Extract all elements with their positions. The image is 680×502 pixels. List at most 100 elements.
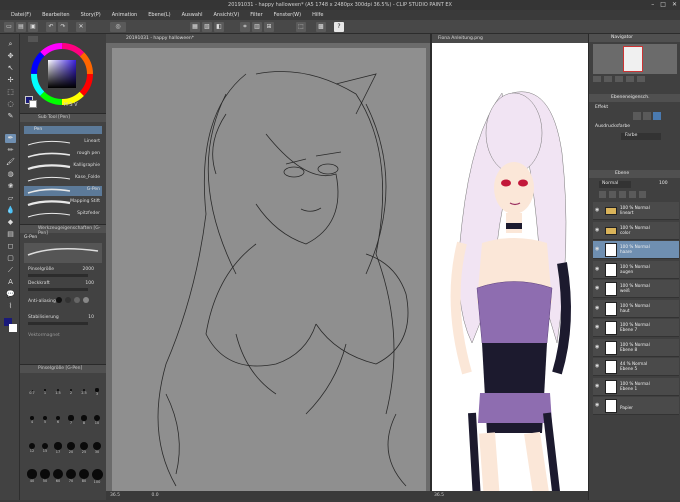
opacity-value[interactable]: 100	[85, 281, 94, 286]
eye-icon[interactable]: ◉	[595, 344, 599, 350]
text-tool-icon[interactable]: A	[5, 278, 16, 287]
effect-buttons[interactable]	[633, 112, 663, 120]
menu-ansicht[interactable]: Ansicht(V)	[208, 10, 245, 20]
eye-icon[interactable]: ◉	[595, 402, 599, 408]
deselect-icon[interactable]: ▧	[202, 22, 212, 32]
navigator-preview[interactable]	[593, 44, 677, 74]
crop-icon[interactable]: ⌗	[240, 22, 250, 32]
eraser-tool-icon[interactable]: ▱	[5, 194, 16, 203]
pencil-tool-icon[interactable]: ✏	[5, 146, 16, 155]
brush-tool-icon[interactable]: 🖌	[5, 158, 16, 167]
zoom-value-right[interactable]: 36.5	[434, 493, 444, 498]
menu-ebene[interactable]: Ebene(L)	[143, 10, 176, 20]
brush-size-preset[interactable]: 8	[78, 407, 90, 433]
select-all-icon[interactable]: ▦	[190, 22, 200, 32]
color-wheel[interactable]	[30, 42, 94, 106]
layer-row[interactable]: ◉ 100 % Normal weiß	[593, 280, 679, 298]
subtool-brush-item[interactable]: Mapping Stift	[24, 198, 102, 208]
color-swatch-sub[interactable]	[29, 100, 37, 108]
brush-size-preset[interactable]: 3	[91, 379, 103, 405]
antialiasing-options[interactable]	[56, 297, 89, 303]
pen-tool-icon[interactable]: ✒	[5, 134, 16, 143]
lineart-canvas[interactable]	[106, 34, 430, 500]
help-icon[interactable]: ?	[334, 22, 344, 32]
maximize-button[interactable]: □	[660, 1, 666, 8]
eyedropper-tool-icon[interactable]: ✎	[5, 112, 16, 121]
brush-size-preset[interactable]: 30	[91, 435, 103, 461]
open-folder-icon[interactable]: ▤	[16, 22, 26, 32]
brush-size-slider[interactable]	[28, 274, 88, 277]
brush-size-value[interactable]: 2000	[83, 267, 94, 272]
eye-icon[interactable]: ◉	[595, 324, 599, 330]
fill-icon[interactable]: ▥	[252, 22, 262, 32]
brush-size-preset[interactable]: 15	[39, 435, 51, 461]
brush-size-preset[interactable]: 1	[39, 379, 51, 405]
gradient-tool-icon[interactable]: ▤	[5, 230, 16, 239]
airbrush-tool-icon[interactable]: ◍	[5, 170, 16, 179]
layer-row[interactable]: ◉ Papier	[593, 397, 679, 415]
brush-size-preset[interactable]: 6	[52, 407, 64, 433]
layer-row[interactable]: ◉ 100 % Normal haare	[593, 241, 679, 259]
opacity-slider[interactable]	[28, 288, 88, 291]
menu-bearbeiten[interactable]: Bearbeiten	[37, 10, 75, 20]
selection-tool-icon[interactable]: ⬚	[5, 88, 16, 97]
eye-icon[interactable]: ◉	[595, 266, 599, 272]
brush-size-preset[interactable]: 20	[65, 435, 77, 461]
invert-selection-icon[interactable]: ◧	[214, 22, 224, 32]
figure-tool-icon[interactable]: ◻	[5, 242, 16, 251]
eye-icon[interactable]: ◉	[595, 363, 599, 369]
balloon-tool-icon[interactable]: 💬	[5, 290, 16, 299]
layer-opacity-value[interactable]: 100	[659, 181, 668, 186]
new-file-icon[interactable]: ▭	[4, 22, 14, 32]
subtool-group-pen[interactable]: Pen	[24, 126, 102, 134]
frame-tool-icon[interactable]: ▢	[5, 254, 16, 263]
brush-size-preset[interactable]: 5	[39, 407, 51, 433]
save-icon[interactable]: ▣	[28, 22, 38, 32]
lasso-tool-icon[interactable]: ◌	[5, 100, 16, 109]
close-button[interactable]: ✕	[672, 1, 677, 8]
subtool-brush-item[interactable]: rough pen	[24, 150, 102, 160]
subtool-brush-item[interactable]: Kase_Folde	[24, 174, 102, 184]
eye-icon[interactable]: ◉	[595, 383, 599, 389]
eye-icon[interactable]: ◉	[595, 305, 599, 311]
brush-size-preset[interactable]: 12	[26, 435, 38, 461]
brush-size-preset[interactable]: 2.5	[78, 379, 90, 405]
subtool-brush-item[interactable]: Lineart	[24, 138, 102, 148]
canvas-area[interactable]	[106, 34, 430, 500]
stabilization-value[interactable]: 10	[88, 315, 94, 320]
brush-size-preset[interactable]: 1.5	[52, 379, 64, 405]
undo-icon[interactable]: ↶	[46, 22, 56, 32]
layer-row[interactable]: ◉ 100 % Normal haut	[593, 299, 679, 318]
menu-story[interactable]: Story(P)	[76, 10, 107, 20]
sub-color-swatch[interactable]	[9, 324, 17, 332]
layer-row[interactable]: ◉ 100 % Normal Ebene 7	[593, 319, 679, 337]
menu-datei[interactable]: Datei(F)	[6, 10, 37, 20]
menu-filter[interactable]: Filter	[245, 10, 268, 20]
subtool-brush-item[interactable]: Spitzfeder	[24, 210, 102, 220]
eye-icon[interactable]: ◉	[595, 207, 599, 213]
layer-row[interactable]: ◉ 100 % Normal augen	[593, 260, 679, 279]
move-layer-tool-icon[interactable]: ✢	[5, 76, 16, 85]
brush-size-preset[interactable]: 70	[65, 463, 77, 489]
subview-tab[interactable]: Fiona Anleitung.png	[432, 34, 590, 43]
expression-color-select[interactable]: Farbe	[621, 133, 661, 140]
grid-icon[interactable]: ▩	[316, 22, 326, 32]
brush-size-preset[interactable]: 0.7	[26, 379, 38, 405]
hand-tool-icon[interactable]: ✥	[5, 52, 16, 61]
zoom-tool-icon[interactable]: ⌕	[5, 40, 16, 49]
blend-mode-select[interactable]: Normal	[599, 181, 631, 188]
menu-auswahl[interactable]: Auswahl	[177, 10, 209, 20]
brush-size-preset[interactable]: 4	[26, 407, 38, 433]
vector-magnet-label[interactable]: Vektormagnet	[28, 333, 60, 338]
operation-tool-icon[interactable]: ↖	[5, 64, 16, 73]
subtool-brush-item[interactable]: G-Pen	[24, 186, 102, 196]
brush-size-preset[interactable]: 17	[52, 435, 64, 461]
brush-size-preset[interactable]: 25	[78, 435, 90, 461]
brush-size-preset[interactable]: 80	[78, 463, 90, 489]
eye-icon[interactable]: ◉	[595, 246, 599, 252]
decoration-tool-icon[interactable]: ❀	[5, 182, 16, 191]
menu-fenster[interactable]: Fenster(W)	[269, 10, 307, 20]
eye-icon[interactable]: ◉	[595, 227, 599, 233]
snap-icon[interactable]: ◎	[110, 22, 126, 32]
ruler-tool-icon[interactable]: ⟋	[5, 266, 16, 275]
